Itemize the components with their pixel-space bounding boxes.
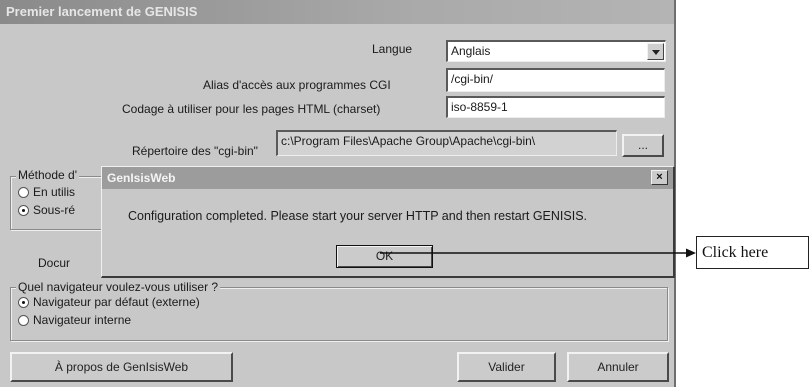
- click-here-callout: Click here: [696, 236, 809, 269]
- annotation-arrow: [380, 248, 696, 258]
